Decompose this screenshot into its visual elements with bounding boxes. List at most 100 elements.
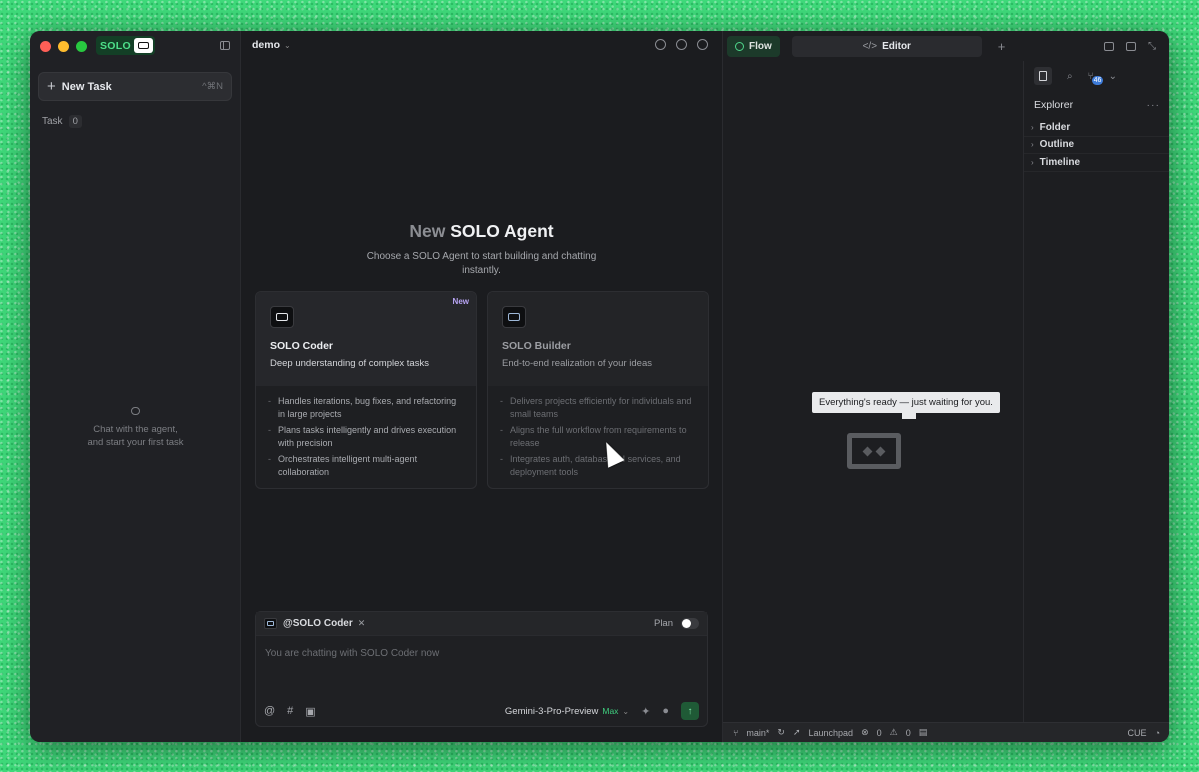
- ready-tooltip: Everything's ready — just waiting for yo…: [812, 392, 1000, 419]
- files-icon[interactable]: [1034, 67, 1052, 85]
- list-item: Integrates auth, database, AI services, …: [500, 453, 696, 478]
- tree-item-outline[interactable]: › Outline: [1024, 137, 1169, 154]
- right-tabs: Flow </> Editor + ⤡: [723, 31, 1169, 61]
- layout-icons: ⤡: [1104, 41, 1166, 51]
- window-controls: [40, 41, 87, 52]
- empty-state: Chat with the agent, and start your firs…: [30, 407, 241, 449]
- solo-coder-card[interactable]: New SOLO Coder Deep understanding of com…: [255, 291, 477, 489]
- keyboard-icon: ▤: [918, 727, 928, 737]
- add-tab-button[interactable]: +: [998, 39, 1006, 54]
- sync-icon[interactable]: ↻: [777, 727, 785, 738]
- plan-toggle[interactable]: Plan: [654, 618, 699, 629]
- status-bar: ⑂ main* ↻ ➚ Launchpad ⊗ 0 ⚠ 0 ▤ CUE ◔: [723, 722, 1169, 742]
- task-label: Task: [42, 116, 63, 127]
- solo-builder-card[interactable]: SOLO Builder End-to-end realization of y…: [487, 291, 709, 489]
- new-task-label: New Task: [61, 80, 112, 93]
- model-selector[interactable]: Gemini-3-Pro-Preview Max ⌄: [505, 706, 629, 717]
- app-logo: SOLO: [96, 36, 155, 55]
- card-head: New SOLO Coder Deep understanding of com…: [256, 292, 476, 386]
- gear-icon[interactable]: [676, 39, 687, 50]
- sidebar-toggle-icon[interactable]: [220, 41, 230, 50]
- card-head: SOLO Builder End-to-end realization of y…: [488, 292, 708, 386]
- tab-editor[interactable]: </> Editor: [791, 35, 982, 57]
- tree-item-label: Outline: [1039, 139, 1075, 151]
- tools-icon[interactable]: ✕: [358, 618, 366, 629]
- panel-bottom-icon[interactable]: [1104, 41, 1114, 51]
- chat-input[interactable]: You are chatting with SOLO Coder now: [256, 636, 707, 671]
- list-item: Plans tasks intelligently and drives exe…: [268, 424, 464, 449]
- chevron-down-icon: ⌄: [284, 41, 291, 50]
- card-bullets: Handles iterations, bug fixes, and refac…: [256, 386, 476, 478]
- topbar-icons: [655, 39, 708, 50]
- main-panel: demo ⌄ New SOLO Agent Choose a SOLO Agent…: [241, 31, 722, 742]
- agent-label[interactable]: @SOLO Coder: [283, 618, 353, 629]
- error-count[interactable]: 0: [877, 728, 882, 738]
- code-icon: </>: [862, 40, 878, 52]
- tree-item-folder[interactable]: › Folder: [1024, 119, 1169, 137]
- solo-builder-icon: [502, 306, 526, 328]
- chat-composer: @SOLO Coder ✕ Plan You are chatting with…: [255, 611, 708, 727]
- source-control-icon[interactable]: ⑂ 46: [1088, 71, 1104, 85]
- project-selector[interactable]: demo ⌄: [252, 39, 291, 51]
- solo-coder-icon: [270, 306, 294, 328]
- more-icon[interactable]: ···: [1147, 99, 1161, 111]
- hash-icon[interactable]: #: [287, 705, 293, 717]
- launchpad-label[interactable]: Launchpad: [809, 728, 854, 738]
- list-item: Orchestrates intelligent multi-agent col…: [268, 453, 464, 478]
- title-main: SOLO Agent: [450, 221, 554, 241]
- chat-toolbar: @ # ▣ Gemini-3-Pro-Preview Max ⌄ ✦ ● ↑: [256, 696, 707, 726]
- explorer-panel: ⌕ ⑂ 46 ⌄ Explorer ··· › Folder › Outline › T…: [1023, 61, 1169, 722]
- account-icon[interactable]: [697, 39, 708, 50]
- mention-icon[interactable]: @: [264, 705, 275, 717]
- send-button[interactable]: ↑: [681, 702, 699, 720]
- chat-history-icon[interactable]: [655, 39, 666, 50]
- source-control-badge: 46: [1091, 75, 1104, 85]
- page-subtitle: Choose a SOLO Agent to start building an…: [366, 251, 597, 276]
- card-desc: End-to-end realization of your ideas: [502, 358, 652, 369]
- agent-icon: [264, 618, 277, 629]
- explorer-title: Explorer ···: [1024, 91, 1169, 119]
- logo-text: SOLO: [100, 39, 131, 52]
- plan-switch[interactable]: [681, 618, 699, 629]
- tree-item-timeline[interactable]: › Timeline: [1024, 154, 1169, 172]
- search-icon[interactable]: ⌕: [1067, 71, 1073, 82]
- panel-right-icon[interactable]: [1126, 41, 1136, 51]
- explorer-title-text: Explorer: [1034, 99, 1074, 111]
- chevron-right-icon: ›: [1031, 140, 1034, 150]
- close-window-button[interactable]: [40, 41, 51, 52]
- microphone-icon[interactable]: ●: [662, 705, 669, 717]
- empty-line-2: and start your first task: [87, 437, 184, 448]
- new-task-button[interactable]: + New Task ^⌘N: [38, 72, 232, 101]
- chevron-down-icon: ⌄: [622, 706, 630, 716]
- sidebar: SOLO + New Task ^⌘N Task 0 Chat with the…: [30, 31, 241, 742]
- chevron-right-icon: ›: [1031, 122, 1034, 132]
- flow-icon: [735, 41, 744, 51]
- task-section: Task 0: [42, 115, 82, 128]
- card-title: SOLO Coder: [270, 340, 334, 352]
- tab-editor-label: Editor: [882, 40, 911, 52]
- tab-flow-label: Flow: [749, 40, 772, 52]
- warning-count[interactable]: 0: [906, 728, 911, 738]
- logo-icon: [133, 38, 153, 53]
- project-name: demo: [252, 39, 281, 51]
- chevron-down-icon[interactable]: ⌄: [1109, 71, 1117, 82]
- plan-label: Plan: [653, 618, 673, 629]
- branch-name[interactable]: main*: [746, 728, 769, 738]
- minimize-window-button[interactable]: [58, 41, 69, 52]
- sparkle-icon[interactable]: ✦: [641, 705, 650, 718]
- warning-icon: ⚠: [889, 727, 898, 737]
- bell-icon[interactable]: ◔: [1155, 728, 1160, 738]
- cue-label[interactable]: CUE: [1128, 728, 1147, 738]
- chevron-right-icon: ›: [1031, 157, 1034, 167]
- collapse-icon[interactable]: ⤡: [1148, 41, 1158, 51]
- new-badge: New: [452, 297, 469, 306]
- app-window: SOLO + New Task ^⌘N Task 0 Chat with the…: [30, 31, 1169, 742]
- model-name: Gemini-3-Pro-Preview: [504, 705, 599, 717]
- new-task-shortcut: ^⌘N: [202, 81, 223, 92]
- branch-icon: ⑂: [733, 727, 739, 738]
- list-item: Handles iterations, bug fixes, and refac…: [268, 395, 464, 420]
- maximize-window-button[interactable]: [76, 41, 87, 52]
- image-icon[interactable]: ▣: [305, 705, 315, 718]
- tab-flow[interactable]: Flow: [727, 35, 780, 57]
- tree-item-label: Timeline: [1039, 156, 1081, 168]
